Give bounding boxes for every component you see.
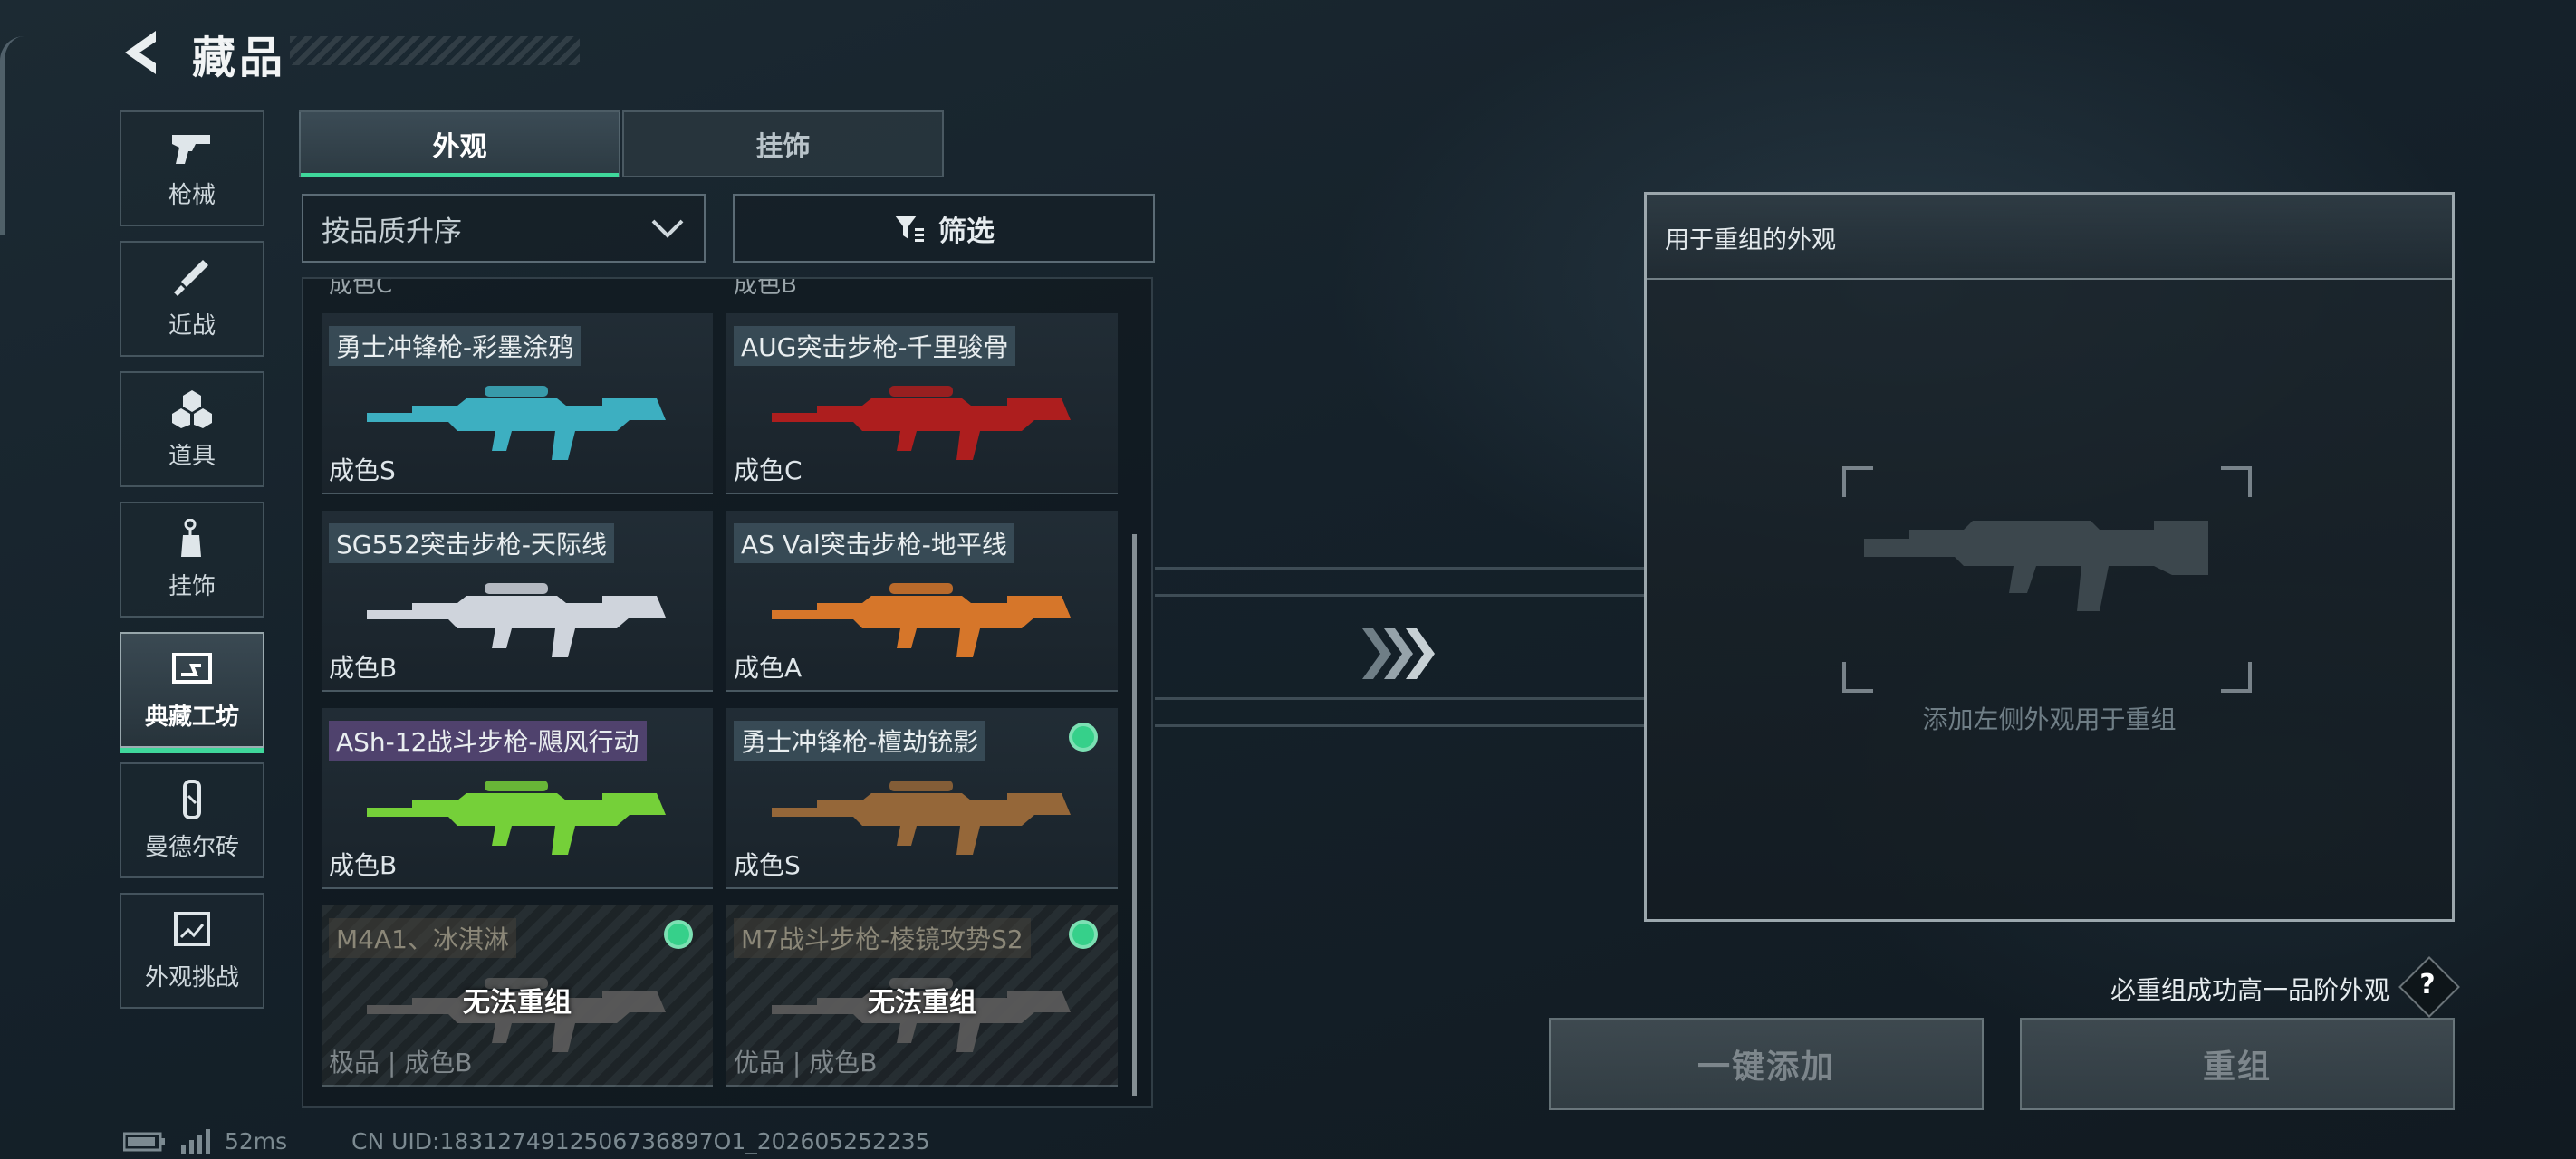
sidebar-item-melee[interactable]: 近战 [120,241,264,357]
skin-name: 勇士冲锋枪-檀劫铳影 [734,721,986,761]
sidebar-item-workshop[interactable]: 典藏工坊 [120,632,264,753]
skin-card[interactable]: 勇士冲锋枪-彩墨涂鸦成色S [322,313,713,494]
uid-label: CN UID:1831274912506736897O1_20260525223… [351,1128,930,1154]
signal-icon [181,1128,210,1154]
sidebar-item-label: 近战 [168,311,216,340]
sidebar-item-label: 外观挑战 [144,963,239,991]
add-all-button[interactable]: 一键添加 [1549,1018,1984,1110]
skin-card[interactable]: SG552突击步枪-天际线成色B [322,511,713,692]
recompose-button[interactable]: 重组 [2020,1018,2455,1110]
challenge-icon [174,911,210,946]
connector-line [1155,567,1644,570]
ping-value: 52ms [225,1128,288,1154]
sort-dropdown[interactable]: 按品质升序 [302,194,706,263]
filter-label: 筛选 [938,215,995,248]
rifle-skin-icon [772,583,1071,657]
back-arrow-icon[interactable] [118,27,163,78]
connector-line [1155,724,1644,727]
skin-name: M7战斗步枪-棱镜攻势S2 [734,918,1031,958]
skin-card[interactable]: AUG突击步枪-千里骏骨成色C [726,313,1118,494]
sidebar-item-label: 曼德尔砖 [144,833,239,861]
skin-name: 勇士冲锋枪-彩墨涂鸦 [329,326,582,366]
recompose-panel[interactable]: 用于重组的外观 添加左侧外观用于重组 [1644,192,2455,922]
sidebar-item-guns[interactable]: 枪械 [120,110,264,226]
sidebar-item-charms[interactable]: 挂饰 [120,502,264,618]
rifle-skin-icon [367,583,666,657]
title-decoration [290,36,580,65]
page-title: 藏品 [192,33,287,83]
charm-icon [181,518,201,557]
cannot-recompose-label: 无法重组 [463,987,572,1019]
skin-grid[interactable]: 成色C 成色B 勇士冲锋枪-彩墨涂鸦 成色S AUG突击步枪-千里骏骨 成色C SG55… [302,277,1153,1108]
rifle-skin-icon [772,386,1071,460]
chevron-down-icon [651,219,684,238]
frame-decoration [0,36,24,235]
help-mark: ? [2419,969,2436,1001]
recompose-hint: 添加左侧外观用于重组 [1922,704,2177,734]
skin-name: ASh-12战斗步枪-飓风行动 [329,721,647,761]
pistol-icon [172,134,210,164]
filter-icon [895,216,924,242]
selected-indicator-icon [664,920,693,949]
frame-corner [1842,662,1873,693]
filter-button[interactable]: 筛选 [733,194,1155,263]
skin-name: AUG突击步枪-千里骏骨 [734,326,1016,366]
skin-card[interactable]: M4A1、冰淇淋极品 | 成色B 无法重组 [322,905,713,1087]
frame-corner [2221,662,2252,693]
sidebar-item-items[interactable]: 道具 [120,371,264,487]
skin-card[interactable]: ASh-12战斗步枪-飓风行动成色B [322,708,713,889]
knife-icon [174,259,208,296]
grid-scrollbar[interactable] [1132,534,1137,1096]
sidebar-item-skin-challenge[interactable]: 外观挑战 [120,893,264,1009]
rifle-skin-icon [367,781,666,855]
sidebar-item-mandel-brick[interactable]: 曼德尔砖 [120,762,264,878]
skin-grade: 成色C [734,455,803,485]
tab-appearance[interactable]: 外观 [299,110,620,177]
placeholder-rifle-icon [1864,521,2208,611]
partial-grade: 成色C [329,277,393,299]
skin-grade: 成色A [734,653,803,683]
skin-card[interactable]: 勇士冲锋枪-檀劫铳影成色S [726,708,1118,889]
skin-name: SG552突击步枪-天际线 [329,523,615,563]
skin-card[interactable]: AS Val突击步枪-地平线成色A [726,511,1118,692]
sidebar-item-label: 道具 [168,442,216,470]
rifle-skin-icon [772,781,1071,855]
selected-indicator-icon [1069,920,1098,949]
selected-indicator-icon [1069,723,1098,752]
brick-icon [183,779,201,819]
sidebar-item-label: 枪械 [168,181,216,209]
recompose-panel-title: 用于重组的外观 [1665,226,1836,254]
skin-grade: 成色S [329,455,396,485]
connector-line [1155,594,1644,597]
skin-grade: 成色B [329,850,398,880]
rifle-skin-icon [367,386,666,460]
boxes-icon [172,389,212,428]
sidebar-item-label: 典藏工坊 [144,703,239,731]
cannot-recompose-label: 无法重组 [868,987,976,1019]
sidebar-item-label: 挂饰 [168,572,216,600]
partial-grade: 成色B [734,277,797,299]
skin-grade: 成色B [329,653,398,683]
workshop-icon [172,652,212,684]
skin-name: AS Val突击步枪-地平线 [734,523,1014,563]
skin-name: M4A1、冰淇淋 [329,918,516,958]
status-bar: 52ms [123,1128,287,1154]
arrow-right-icon [1362,628,1435,679]
sort-dropdown-value: 按品质升序 [322,215,462,248]
guarantee-text: 必重组成功高一品阶外观 [2110,975,2390,1005]
battery-icon [123,1132,165,1151]
skin-card[interactable]: M7战斗步枪-棱镜攻势S2 优品 | 成色B 无法重组 [726,905,1118,1087]
skin-grade: 优品 | 成色B [734,1048,878,1078]
skin-grade: 极品 | 成色B [329,1048,473,1078]
skin-grade: 成色S [734,850,801,880]
tab-charms[interactable]: 挂饰 [622,110,944,177]
connector-line [1155,697,1644,700]
